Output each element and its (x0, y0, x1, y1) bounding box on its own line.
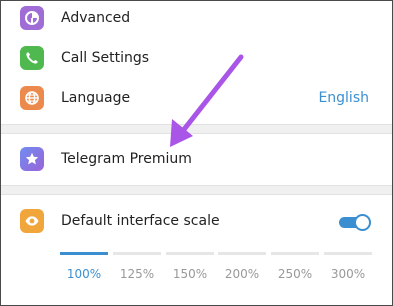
eye-icon (20, 209, 44, 233)
globe-icon (20, 86, 44, 110)
section-separator (0, 124, 393, 134)
settings-item-label: Call Settings (61, 50, 150, 66)
star-icon (20, 147, 44, 171)
settings-item-advanced[interactable]: Advanced (0, 0, 393, 38)
scale-option-label: 150% (172, 267, 208, 281)
scale-option-label: 125% (119, 267, 155, 281)
scale-option-300[interactable]: 300% (324, 252, 372, 284)
scale-option-label: 200% (224, 267, 260, 281)
settings-item-label: Default interface scale (61, 213, 220, 229)
scale-option-200[interactable]: 200% (218, 252, 266, 284)
scale-option-250[interactable]: 250% (271, 252, 319, 284)
section-separator (0, 185, 393, 195)
settings-item-interface-scale[interactable]: Default interface scale (0, 201, 393, 241)
settings-item-telegram-premium[interactable]: Telegram Premium (0, 139, 393, 179)
settings-item-label: Advanced (61, 10, 131, 26)
settings-item-label: Telegram Premium (61, 151, 192, 167)
settings-item-language[interactable]: Language English (0, 78, 393, 118)
scale-option-125[interactable]: 125% (113, 252, 161, 284)
interface-scale-slider[interactable]: 100% 125% 150% 200% 250% 300% (60, 252, 372, 284)
scale-option-label: 300% (330, 267, 366, 281)
scale-segment-bar (60, 252, 108, 255)
interface-scale-toggle[interactable] (339, 214, 371, 231)
scale-segment-bar (218, 252, 266, 255)
scale-segment-bar (324, 252, 372, 255)
scale-segment-bar (113, 252, 161, 255)
scale-option-label: 100% (66, 267, 102, 281)
language-value: English (318, 90, 369, 106)
pie-chart-icon (20, 6, 44, 30)
scale-segment-bar (166, 252, 214, 255)
scale-option-label: 250% (277, 267, 313, 281)
toggle-knob (354, 214, 371, 231)
scale-option-150[interactable]: 150% (166, 252, 214, 284)
scale-option-100[interactable]: 100% (60, 252, 108, 284)
settings-item-call-settings[interactable]: Call Settings (0, 38, 393, 78)
phone-icon (20, 46, 44, 70)
settings-item-label: Language (61, 90, 131, 106)
scale-segment-bar (271, 252, 319, 255)
